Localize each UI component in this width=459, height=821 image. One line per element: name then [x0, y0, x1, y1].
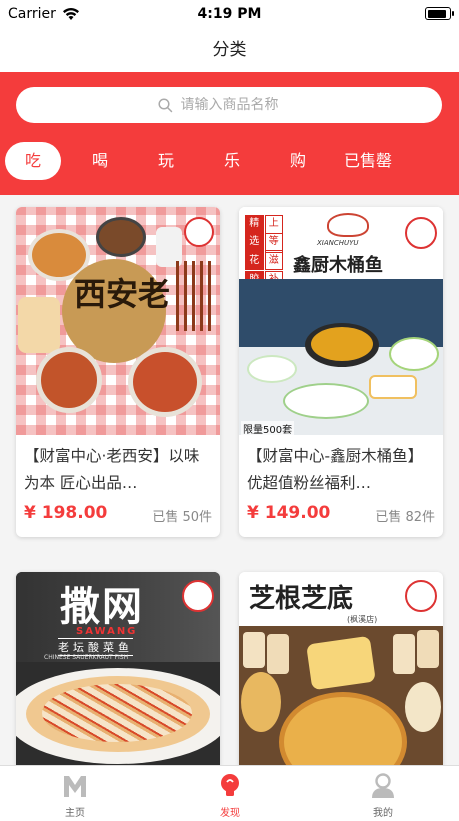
- discover-bulb-icon: [218, 772, 242, 804]
- image-badge-char: 选: [245, 233, 264, 251]
- tab-eat[interactable]: 吃: [5, 142, 61, 180]
- product-image-text: 鑫厨木桶鱼: [293, 255, 383, 276]
- image-sub-text: SAWANG: [76, 626, 138, 637]
- tab-shop[interactable]: 购: [278, 142, 318, 180]
- tabbar-home-label: 主页: [65, 808, 85, 819]
- product-title: 【财富中心·老西安】以味为本 匠心出品…: [24, 447, 200, 492]
- image-badge-char: 滋: [264, 252, 283, 270]
- product-card[interactable]: 精 上 选 等 花 滋 胶 补 XIANCHUYU 鑫厨木桶鱼 限量5: [239, 207, 443, 537]
- tab-play[interactable]: 玩: [146, 142, 186, 180]
- product-image-text: 芝根芝底: [249, 584, 354, 614]
- product-image: 西安老: [16, 207, 220, 435]
- tabbar-profile[interactable]: 我的: [333, 766, 433, 821]
- product-grid: 西安老 【财富中心·老西安】以味为本 匠心出品… ¥ 198.00 已售 50件…: [0, 195, 459, 765]
- product-meta: ¥ 198.00 已售 50件: [16, 497, 220, 537]
- product-price: ¥ 198.00: [24, 503, 108, 523]
- profile-icon: [370, 772, 396, 804]
- product-image: 芝根芝底 (枫溪店): [239, 572, 443, 765]
- tabbar-home[interactable]: 主页: [25, 766, 125, 821]
- product-sold-count: 已售 50件: [152, 510, 212, 525]
- tab-drink[interactable]: 喝: [80, 142, 120, 180]
- product-card[interactable]: 撒网 SAWANG 老坛酸菜鱼 CHINESE SAUERKRAUT FISH: [16, 572, 220, 765]
- image-sub-text: (枫溪店): [347, 615, 378, 624]
- search-bar[interactable]: [16, 87, 442, 123]
- image-badge-char: 花: [245, 252, 264, 270]
- category-header: 吃 喝 玩 乐 购 已售罄: [0, 72, 459, 195]
- image-brand-text: XIANCHUYU: [317, 239, 359, 247]
- battery-icon: [425, 7, 454, 20]
- product-title: 【财富中心-鑫厨木桶鱼】优超值粉丝福利…: [247, 447, 424, 492]
- product-card[interactable]: 西安老 【财富中心·老西安】以味为本 匠心出品… ¥ 198.00 已售 50件: [16, 207, 220, 537]
- product-card[interactable]: 芝根芝底 (枫溪店): [239, 572, 443, 765]
- tabbar-profile-label: 我的: [373, 808, 393, 819]
- product-image: 撒网 SAWANG 老坛酸菜鱼 CHINESE SAUERKRAUT FISH: [16, 572, 220, 765]
- image-sub-text-3: CHINESE SAUERKRAUT FISH: [44, 654, 129, 661]
- search-icon: [157, 97, 173, 113]
- tabbar-discover[interactable]: 发现: [180, 766, 280, 821]
- image-tag: 限量500套: [241, 421, 295, 435]
- status-bar: Carrier 4:19 PM: [0, 0, 459, 28]
- tabbar-discover-label: 发现: [220, 808, 240, 819]
- tab-fun[interactable]: 乐: [212, 142, 252, 180]
- tab-sold-out[interactable]: 已售罄: [336, 142, 400, 180]
- product-image: 精 上 选 等 花 滋 胶 补 XIANCHUYU 鑫厨木桶鱼 限量5: [239, 207, 443, 435]
- status-time: 4:19 PM: [197, 6, 262, 22]
- product-image-text: 西安老: [74, 275, 171, 313]
- image-badge-char: 等: [264, 233, 283, 251]
- category-tabs: 吃 喝 玩 乐 购 已售罄: [0, 142, 459, 182]
- page-title: 分类: [212, 40, 247, 60]
- product-price: ¥ 149.00: [247, 503, 331, 523]
- home-m-icon: [61, 772, 89, 804]
- product-meta: ¥ 149.00 已售 82件: [239, 497, 443, 537]
- product-image-text: 撒网: [60, 583, 144, 630]
- nav-bar: 分类: [0, 28, 459, 72]
- bottom-tab-bar: 主页 发现 我的: [0, 765, 459, 821]
- search-input[interactable]: [180, 97, 301, 113]
- product-sold-count: 已售 82件: [375, 510, 435, 525]
